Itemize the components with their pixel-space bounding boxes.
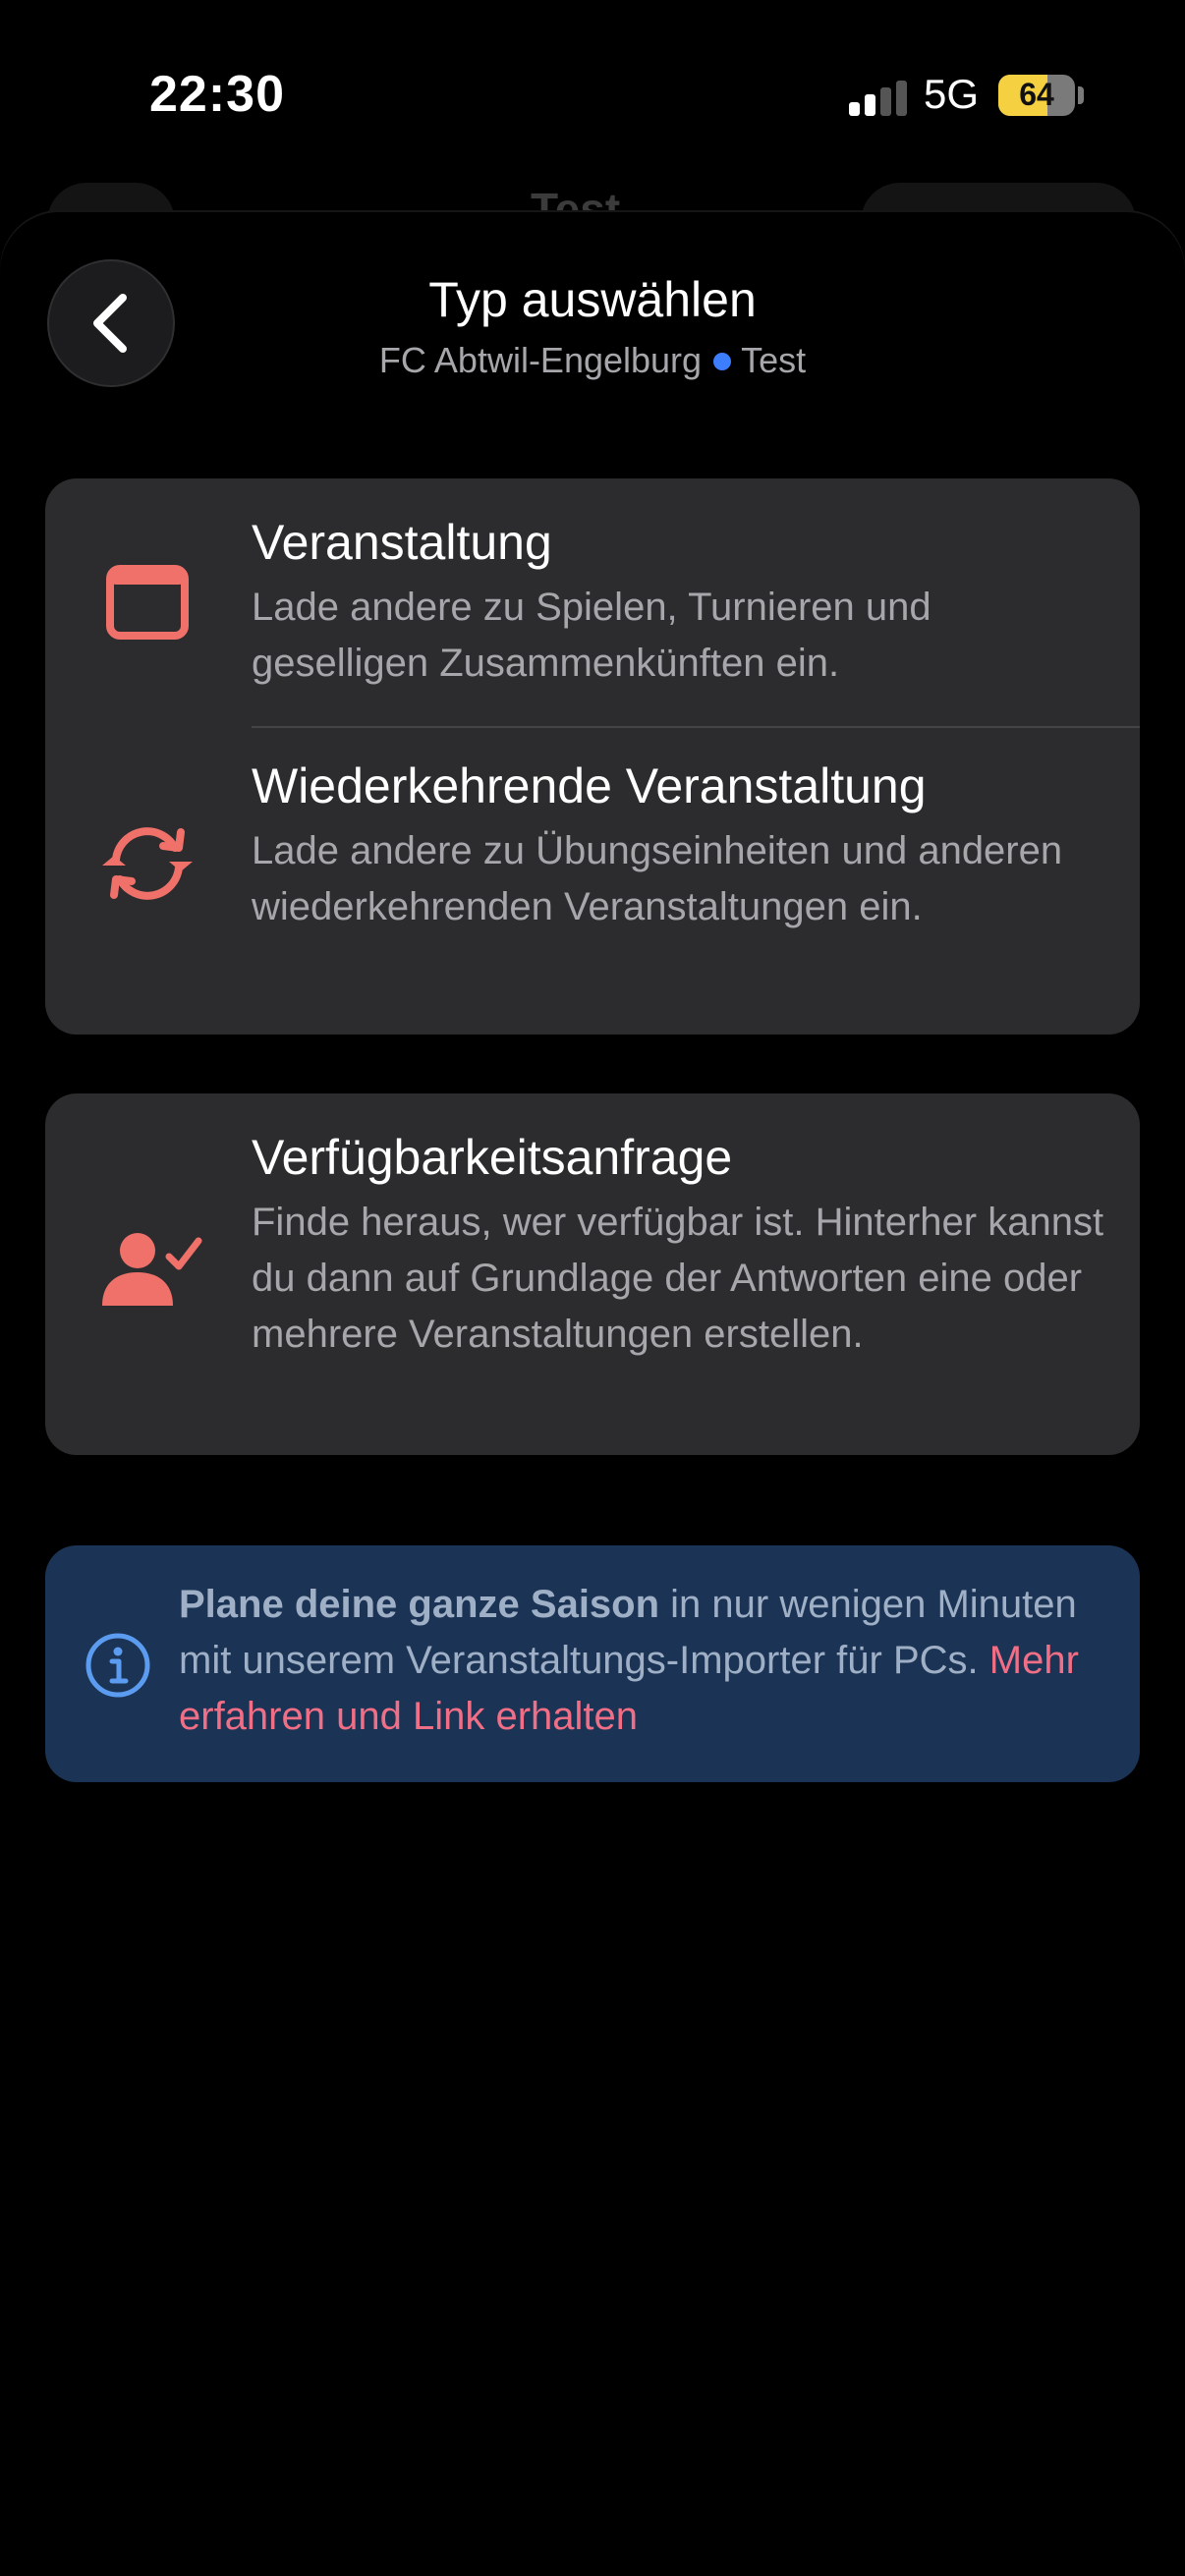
signal-icon [849, 81, 908, 116]
page-subtitle: FC Abtwil-Engelburg Test [0, 340, 1185, 381]
event-type-card: Veranstaltung Lade andere zu Spielen, Tu… [45, 478, 1140, 1035]
option-event[interactable]: Veranstaltung Lade andere zu Spielen, Tu… [45, 478, 1140, 726]
info-banner: Plane deine ganze Saison in nur wenigen … [45, 1545, 1140, 1782]
option-title: Verfügbarkeitsanfrage [252, 1130, 733, 1185]
option-title: Wiederkehrende Veranstaltung [252, 758, 927, 813]
option-description: Lade andere zu Übungseinheiten und ander… [252, 829, 1063, 928]
availability-card: Verfügbarkeitsanfrage Finde heraus, wer … [45, 1093, 1140, 1455]
option-description: Finde heraus, wer verfügbar ist. Hinterh… [252, 1201, 1104, 1356]
team-color-dot [713, 353, 732, 371]
network-type: 5G [924, 71, 980, 117]
battery-tip [1078, 86, 1084, 104]
repeat-icon [102, 827, 193, 900]
status-bar: 22:30 5G 64 [0, 0, 1185, 196]
club-name: FC Abtwil-Engelburg [378, 340, 703, 380]
option-availability-request[interactable]: Verfügbarkeitsanfrage Finde heraus, wer … [45, 1093, 1140, 1455]
option-title: Veranstaltung [252, 515, 552, 570]
info-bold-text: Plane deine ganze Saison [179, 1583, 660, 1626]
option-recurring-event[interactable]: Wiederkehrende Veranstaltung Lade andere… [45, 728, 1140, 1035]
team-name: Test [741, 340, 807, 380]
option-description: Lade andere zu Spielen, Turnieren und ge… [252, 586, 931, 685]
info-text: Plane deine ganze Saison in nur wenigen … [179, 1577, 1112, 1745]
status-time: 22:30 [149, 66, 285, 123]
info-icon [85, 1633, 150, 1698]
battery-percentage: 64 [1019, 77, 1054, 112]
calendar-icon [106, 565, 189, 640]
page-title: Typ auswählen [428, 272, 757, 327]
person-check-icon [102, 1233, 202, 1306]
battery-icon: 64 [998, 75, 1075, 116]
